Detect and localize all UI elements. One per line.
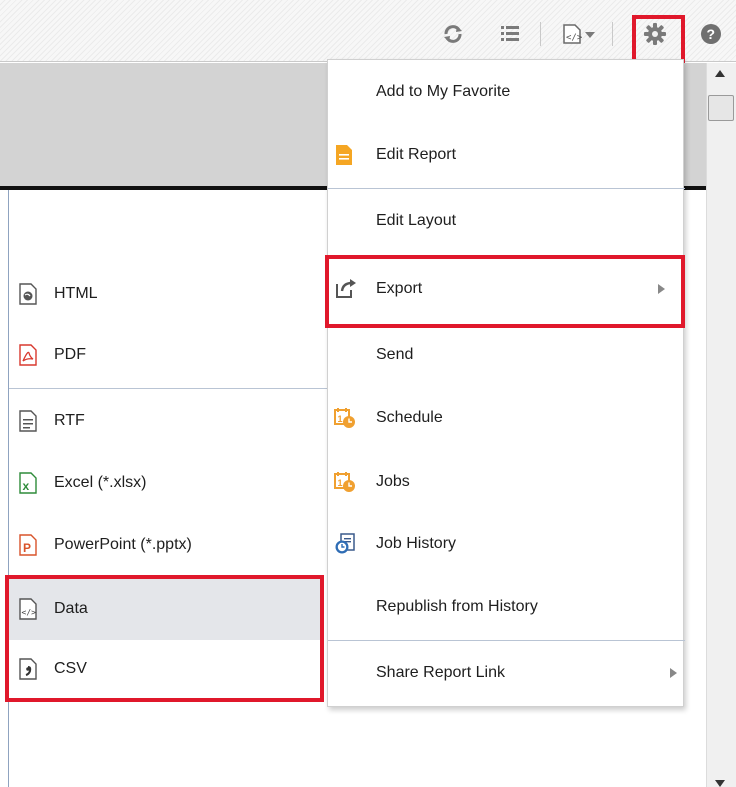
toolbar-separator <box>612 22 613 46</box>
chevron-down-icon[interactable] <box>585 32 595 38</box>
job-history-icon <box>334 533 356 555</box>
scroll-thumb[interactable] <box>708 95 734 121</box>
export-item-label: PDF <box>54 346 86 363</box>
svg-text:1: 1 <box>338 414 343 424</box>
html-file-icon <box>17 283 39 305</box>
menu-item-schedule[interactable]: 1 Schedule <box>328 388 685 448</box>
vertical-scrollbar[interactable] <box>706 63 736 787</box>
menu-item-add-to-favorite[interactable]: Add to My Favorite <box>328 62 685 122</box>
pdf-file-icon <box>17 344 39 366</box>
submenu-separator <box>9 388 327 389</box>
report-toolbar: </> ? <box>0 0 736 62</box>
menu-separator <box>328 640 685 641</box>
menu-item-label: Edit Report <box>376 146 457 163</box>
export-highlight <box>325 255 685 328</box>
scroll-down-arrow-icon[interactable] <box>715 780 725 787</box>
gear-highlight <box>632 15 685 64</box>
menu-item-share-report-link[interactable]: Share Report Link <box>328 643 685 703</box>
menu-item-jobs[interactable]: 1 Jobs <box>328 452 685 512</box>
export-data-icon[interactable]: </> <box>560 22 584 46</box>
rtf-file-icon <box>17 410 39 432</box>
powerpoint-file-icon: P <box>17 534 39 556</box>
menu-item-label: Jobs <box>376 473 410 490</box>
excel-file-icon: x <box>17 472 39 494</box>
menu-item-label: Schedule <box>376 409 443 426</box>
menu-item-send[interactable]: Send <box>328 325 685 385</box>
svg-text:</>: </> <box>566 33 583 43</box>
jobs-icon: 1 <box>334 471 356 493</box>
menu-item-label: Job History <box>376 535 457 552</box>
menu-item-job-history[interactable]: Job History <box>328 514 685 574</box>
export-item-label: RTF <box>54 412 85 429</box>
svg-text:P: P <box>23 541 31 555</box>
submenu-arrow-icon <box>670 668 677 678</box>
export-item-pdf[interactable]: PDF <box>9 326 327 384</box>
gear-menu: Add to My Favorite Edit Report Edit Layo… <box>327 59 685 707</box>
svg-text:?: ? <box>707 26 716 42</box>
list-icon[interactable] <box>498 22 522 46</box>
menu-item-label: Add to My Favorite <box>376 83 511 100</box>
menu-separator <box>328 188 685 189</box>
svg-text:x: x <box>23 479 30 493</box>
menu-item-label: Send <box>376 346 414 363</box>
menu-item-label: Republish from History <box>376 598 538 615</box>
export-item-powerpoint[interactable]: P PowerPoint (*.pptx) <box>9 516 327 574</box>
svg-text:1: 1 <box>338 478 343 488</box>
menu-item-label: Share Report Link <box>376 664 505 681</box>
menu-item-edit-report[interactable]: Edit Report <box>328 124 685 186</box>
export-item-rtf[interactable]: RTF <box>9 392 327 450</box>
scroll-up-arrow-icon[interactable] <box>715 70 725 77</box>
menu-item-label: Edit Layout <box>376 212 457 229</box>
edit-report-icon <box>333 144 355 166</box>
data-csv-highlight <box>5 575 324 702</box>
export-item-label: PowerPoint (*.pptx) <box>54 536 192 553</box>
export-item-label: Excel (*.xlsx) <box>54 474 147 491</box>
menu-item-republish-from-history[interactable]: Republish from History <box>328 577 685 637</box>
export-item-html[interactable]: HTML <box>9 265 327 323</box>
toolbar-separator <box>540 22 541 46</box>
schedule-icon: 1 <box>334 407 356 429</box>
export-item-label: HTML <box>54 285 98 302</box>
refresh-icon[interactable] <box>441 22 465 46</box>
menu-item-edit-layout[interactable]: Edit Layout <box>328 191 685 251</box>
export-item-excel[interactable]: x Excel (*.xlsx) <box>9 454 327 512</box>
help-icon[interactable]: ? <box>699 22 723 46</box>
